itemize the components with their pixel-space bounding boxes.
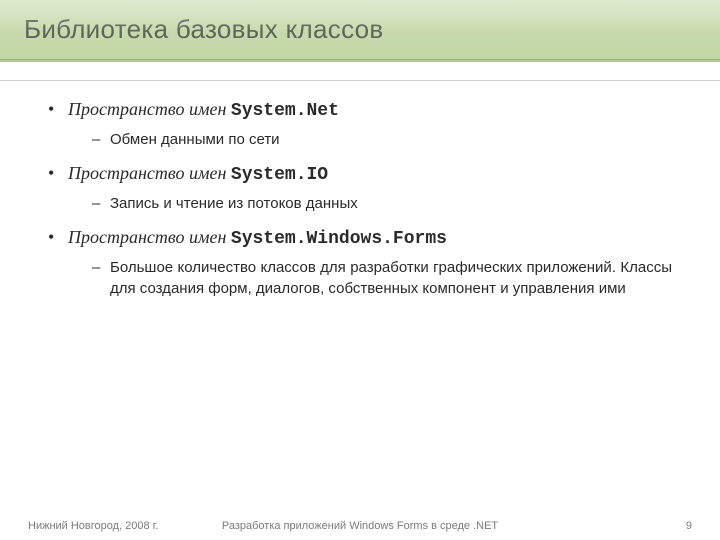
namespace-label: Пространство имен [68, 163, 231, 183]
slide-title: Библиотека базовых классов [24, 14, 696, 45]
list-item: Пространство имен System.Net Обмен данны… [48, 99, 672, 151]
namespace-code: System.Windows.Forms [231, 229, 447, 249]
namespace-label: Пространство имен [68, 99, 231, 119]
list-item: Пространство имен System.IO Запись и чте… [48, 163, 672, 215]
sublist: Запись и чтение из потоков данных [92, 193, 672, 215]
sublist-item: Обмен данными по сети [92, 129, 672, 151]
footer-left: Нижний Новгород, 2008 г. [28, 520, 158, 532]
sublist-item: Большое количество классов для разработк… [92, 257, 672, 301]
slide: Библиотека базовых классов Пространство … [0, 0, 720, 540]
sublist: Большое количество классов для разработк… [92, 257, 672, 301]
footer: Нижний Новгород, 2008 г. Разработка прил… [0, 514, 720, 540]
namespace-label: Пространство имен [68, 227, 231, 247]
sublist: Обмен данными по сети [92, 129, 672, 151]
namespace-code: System.Net [231, 101, 339, 121]
content-area: Пространство имен System.Net Обмен данны… [0, 81, 720, 540]
namespace-code: System.IO [231, 165, 328, 185]
page-number: 9 [686, 520, 692, 532]
namespace-list: Пространство имен System.Net Обмен данны… [48, 99, 672, 300]
title-band: Библиотека базовых классов [0, 0, 720, 60]
sublist-item: Запись и чтение из потоков данных [92, 193, 672, 215]
list-item: Пространство имен System.Windows.Forms Б… [48, 227, 672, 301]
title-underline [0, 60, 720, 62]
